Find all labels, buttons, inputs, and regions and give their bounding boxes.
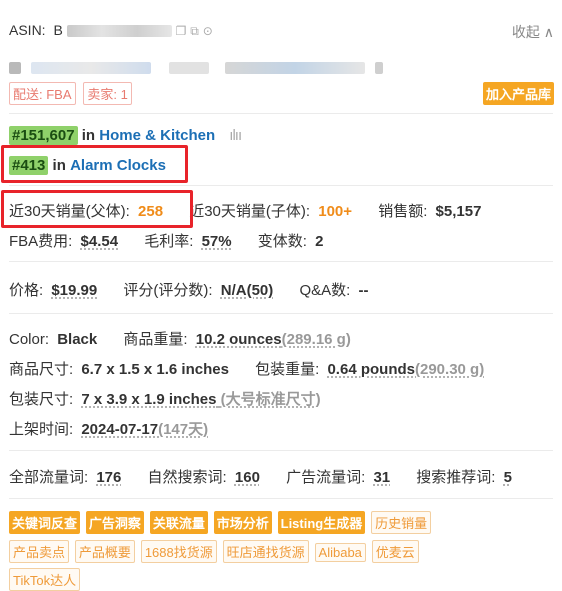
ad-insight-button[interactable]: 广告洞察 bbox=[85, 511, 144, 534]
size-row: 商品尺寸: 6.7 x 1.5 x 1.6 inches 包装重量: 0.64 … bbox=[9, 358, 484, 379]
rank-in: in bbox=[81, 127, 96, 144]
pkg-weight-value: 0.64 pounds bbox=[327, 361, 415, 378]
ad-keywords-value[interactable]: 31 bbox=[373, 469, 390, 486]
rank-category-link[interactable]: Home & Kitchen bbox=[99, 127, 215, 144]
divider bbox=[9, 185, 553, 186]
rec-keywords-value[interactable]: 5 bbox=[504, 469, 512, 486]
listed-value: 2024-07-17 bbox=[81, 421, 159, 438]
highlight-box bbox=[1, 190, 193, 228]
sellers-tag: 卖家: 1 bbox=[83, 82, 132, 105]
tag-row: 配送: FBA 卖家: 1 bbox=[9, 82, 136, 105]
listing-generator-button[interactable]: Listing生成器 bbox=[277, 511, 366, 534]
sales-history-button[interactable]: 历史销量 bbox=[371, 511, 432, 534]
umaiyun-button[interactable]: 优麦云 bbox=[371, 540, 419, 563]
rank-row-1: #151,607 in Home & Kitchen ılıı bbox=[9, 126, 242, 145]
source-1688-button[interactable]: 1688找货源 bbox=[140, 540, 217, 563]
organic-keywords-label: 自然搜索词: bbox=[147, 469, 227, 486]
weight-value: 10.2 ounces bbox=[195, 331, 282, 348]
revenue-label: 销售额: bbox=[378, 203, 428, 220]
pkg-weight-label: 包装重量: bbox=[255, 361, 320, 378]
pkg-size-alt: (大号标准尺寸) bbox=[220, 391, 321, 408]
listed-row: 上架时间: 2024-07-17(147天) bbox=[9, 418, 208, 439]
chevron-up-icon: ∧ bbox=[543, 24, 554, 40]
child-sales-label: 近30天销量(子体): bbox=[189, 203, 311, 220]
collapse-button[interactable]: 收起 ∧ bbox=[512, 22, 554, 42]
pkg-size-label: 包装尺寸: bbox=[9, 391, 74, 408]
rating-label: 评分(评分数): bbox=[123, 282, 213, 299]
organic-keywords-value[interactable]: 160 bbox=[235, 469, 260, 486]
all-keywords-value[interactable]: 176 bbox=[96, 469, 121, 486]
price-label: 价格: bbox=[9, 282, 44, 299]
location-icon[interactable]: ⊙ bbox=[203, 24, 213, 38]
variants-label: 变体数: bbox=[257, 233, 307, 250]
qa-label: Q&A数: bbox=[299, 282, 351, 299]
pkg-size-field[interactable]: 7 x 3.9 x 1.9 inches (大号标准尺寸) bbox=[81, 391, 320, 408]
divider bbox=[9, 313, 553, 314]
add-to-library-button[interactable]: 加入产品库 bbox=[482, 82, 554, 105]
margin-label: 毛利率: bbox=[144, 233, 194, 250]
child-sales-value[interactable]: 100+ bbox=[318, 203, 352, 220]
qa-value: -- bbox=[358, 282, 369, 299]
listed-label: 上架时间: bbox=[9, 421, 74, 438]
weight-label: 商品重量: bbox=[123, 331, 188, 348]
related-traffic-button[interactable]: 关联流量 bbox=[149, 511, 208, 534]
divider bbox=[9, 261, 553, 262]
bar-chart-icon[interactable]: ılıı bbox=[229, 127, 242, 144]
all-keywords-label: 全部流量词: bbox=[9, 469, 89, 486]
keywords-row: 全部流量词: 176 自然搜索词: 160 广告流量词: 31 搜索推荐词: 5 bbox=[9, 466, 512, 487]
tool-row-1: 关键词反查 广告洞察 关联流量 市场分析 Listing生成器 历史销量 bbox=[9, 511, 433, 534]
alibaba-button[interactable]: Alibaba bbox=[314, 543, 366, 562]
selling-points-button[interactable]: 产品卖点 bbox=[9, 540, 70, 563]
rank-badge: #151,607 bbox=[9, 126, 78, 145]
fees-row: FBA费用: $4.54 毛利率: 57% 变体数: 2 bbox=[9, 230, 323, 251]
variants-value: 2 bbox=[315, 233, 324, 250]
rating-value[interactable]: N/A(50) bbox=[221, 282, 274, 299]
size-value: 6.7 x 1.5 x 1.6 inches bbox=[81, 361, 229, 378]
fba-fee-value[interactable]: $4.54 bbox=[81, 233, 119, 250]
pkg-weight-field[interactable]: 0.64 pounds(290.30 g) bbox=[327, 361, 484, 378]
listed-alt: (147天) bbox=[158, 421, 209, 438]
margin-value[interactable]: 57% bbox=[202, 233, 232, 250]
size-label: 商品尺寸: bbox=[9, 361, 74, 378]
tool-row-3: TikTok达人 bbox=[9, 568, 82, 591]
revenue-value: $5,157 bbox=[435, 203, 482, 220]
highlight-box bbox=[1, 145, 188, 183]
title-redacted bbox=[9, 59, 383, 75]
rec-keywords-label: 搜索推荐词: bbox=[416, 469, 496, 486]
pricing-row: 价格: $19.99 评分(评分数): N/A(50) Q&A数: -- bbox=[9, 279, 368, 300]
tiktok-creators-button[interactable]: TikTok达人 bbox=[9, 568, 81, 591]
weight-alt: (289.16 g) bbox=[281, 331, 351, 348]
divider bbox=[9, 450, 553, 451]
weight-field[interactable]: 10.2 ounces(289.16 g) bbox=[196, 331, 351, 348]
pkg-size-value: 7 x 3.9 x 1.9 inches bbox=[81, 391, 217, 408]
market-analysis-button[interactable]: 市场分析 bbox=[213, 511, 272, 534]
copy-icon[interactable]: ❐ bbox=[176, 24, 187, 38]
product-summary-button[interactable]: 产品概要 bbox=[74, 540, 135, 563]
color-row: Color: Black 商品重量: 10.2 ounces(289.16 g) bbox=[9, 328, 351, 349]
keyword-lookup-button[interactable]: 关键词反查 bbox=[9, 511, 81, 534]
listed-field[interactable]: 2024-07-17(147天) bbox=[81, 421, 208, 438]
fba-fee-label: FBA费用: bbox=[9, 233, 73, 250]
asin-value: B bbox=[53, 22, 63, 38]
tool-row-2: 产品卖点 产品概要 1688找货源 旺店通找货源 Alibaba 优麦云 bbox=[9, 540, 421, 563]
color-value: Black bbox=[57, 331, 98, 348]
color-label: Color: bbox=[9, 331, 50, 348]
pkg-weight-alt: (290.30 g) bbox=[415, 361, 485, 378]
fulfillment-tag: 配送: FBA bbox=[9, 82, 76, 105]
ad-keywords-label: 广告流量词: bbox=[286, 469, 366, 486]
divider bbox=[9, 498, 553, 499]
asin-label: ASIN: bbox=[9, 22, 46, 38]
collapse-label: 收起 bbox=[511, 24, 540, 40]
pkg-size-row: 包装尺寸: 7 x 3.9 x 1.9 inches (大号标准尺寸) bbox=[9, 388, 321, 409]
asin-row: ASIN: B ❐ ⧉ ⊙ bbox=[9, 22, 213, 39]
asin-redacted bbox=[66, 25, 172, 38]
price-value[interactable]: $19.99 bbox=[51, 282, 97, 299]
divider bbox=[9, 113, 553, 114]
copy-alt-icon[interactable]: ⧉ bbox=[190, 24, 199, 39]
wdt-source-button[interactable]: 旺店通找货源 bbox=[222, 540, 309, 563]
